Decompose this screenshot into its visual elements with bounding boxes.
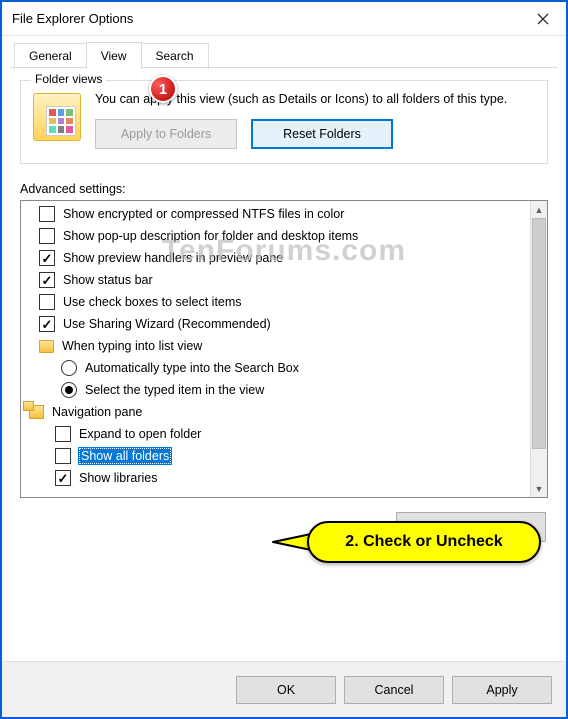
apply-to-folders-button: Apply to Folders xyxy=(95,119,237,149)
list-item: Show preview handlers in preview pane xyxy=(25,247,530,269)
list-item: Show status bar xyxy=(25,269,530,291)
advanced-settings-listbox: Show encrypted or compressed NTFS files … xyxy=(20,200,548,498)
close-icon xyxy=(537,13,549,25)
tree-icon xyxy=(29,405,44,419)
scroll-up-icon[interactable]: ▲ xyxy=(531,201,547,218)
ok-button[interactable]: OK xyxy=(236,676,336,704)
item-label[interactable]: Expand to open folder xyxy=(79,427,201,441)
list-item: Expand to open folder xyxy=(25,423,530,445)
close-button[interactable] xyxy=(520,2,566,36)
list-item: Automatically type into the Search Box xyxy=(25,357,530,379)
list-item: Use Sharing Wizard (Recommended) xyxy=(25,313,530,335)
tab-search[interactable]: Search xyxy=(141,43,209,69)
dialog-footer: OK Cancel Apply xyxy=(2,661,566,717)
folder-views-icon xyxy=(33,93,81,141)
radio[interactable] xyxy=(61,360,77,376)
apply-button[interactable]: Apply xyxy=(452,676,552,704)
list-item: Show encrypted or compressed NTFS files … xyxy=(25,203,530,225)
item-label[interactable]: Show pop-up description for folder and d… xyxy=(63,229,358,243)
titlebar: File Explorer Options xyxy=(2,2,566,36)
list-item: Show libraries xyxy=(25,467,530,489)
folder-views-legend: Folder views xyxy=(31,72,106,86)
scrollbar[interactable]: ▲ ▼ xyxy=(530,201,547,497)
item-label[interactable]: Show libraries xyxy=(79,471,158,485)
list-item: Navigation pane xyxy=(25,401,530,423)
scroll-thumb[interactable] xyxy=(532,218,546,449)
item-label[interactable]: Use check boxes to select items xyxy=(63,295,242,309)
advanced-settings-list[interactable]: Show encrypted or compressed NTFS files … xyxy=(21,201,530,497)
checkbox[interactable] xyxy=(39,294,55,310)
checkbox[interactable] xyxy=(39,206,55,222)
folder-views-desc: You can apply this view (such as Details… xyxy=(95,91,535,107)
scroll-down-icon[interactable]: ▼ xyxy=(531,480,547,497)
tab-page-view: Folder views You can apply this view (su… xyxy=(2,68,566,661)
list-item: Show all folders xyxy=(25,445,530,467)
item-label[interactable]: Select the typed item in the view xyxy=(85,383,264,397)
checkbox[interactable] xyxy=(39,228,55,244)
window-body: General View Search Folder views You can… xyxy=(2,36,566,717)
item-label[interactable]: Automatically type into the Search Box xyxy=(85,361,299,375)
tab-view[interactable]: View xyxy=(86,42,142,68)
folder-views-group: Folder views You can apply this view (su… xyxy=(20,80,548,164)
list-item: Show pop-up description for folder and d… xyxy=(25,225,530,247)
restore-defaults-button[interactable]: Restore Defaults xyxy=(396,512,546,542)
item-label[interactable]: Show status bar xyxy=(63,273,153,287)
item-label[interactable]: When typing into list view xyxy=(62,339,202,353)
checkbox[interactable] xyxy=(55,448,71,464)
checkbox[interactable] xyxy=(55,426,71,442)
item-label-selected[interactable]: Show all folders xyxy=(79,448,171,464)
checkbox[interactable] xyxy=(39,250,55,266)
checkbox[interactable] xyxy=(39,272,55,288)
tab-general[interactable]: General xyxy=(14,43,87,69)
cancel-button[interactable]: Cancel xyxy=(344,676,444,704)
advanced-settings-label: Advanced settings: xyxy=(20,182,548,196)
tab-strip: General View Search xyxy=(2,36,566,68)
item-label[interactable]: Show encrypted or compressed NTFS files … xyxy=(63,207,344,221)
scroll-track[interactable] xyxy=(531,218,547,480)
item-label[interactable]: Navigation pane xyxy=(52,405,142,419)
checkbox[interactable] xyxy=(39,316,55,332)
list-item: Use check boxes to select items xyxy=(25,291,530,313)
item-label[interactable]: Use Sharing Wizard (Recommended) xyxy=(63,317,271,331)
list-item: Select the typed item in the view xyxy=(25,379,530,401)
checkbox[interactable] xyxy=(55,470,71,486)
item-label[interactable]: Show preview handlers in preview pane xyxy=(63,251,283,265)
window-title: File Explorer Options xyxy=(12,11,133,26)
folder-icon xyxy=(39,340,54,353)
radio[interactable] xyxy=(61,382,77,398)
reset-folders-button[interactable]: Reset Folders xyxy=(251,119,393,149)
list-item: When typing into list view xyxy=(25,335,530,357)
